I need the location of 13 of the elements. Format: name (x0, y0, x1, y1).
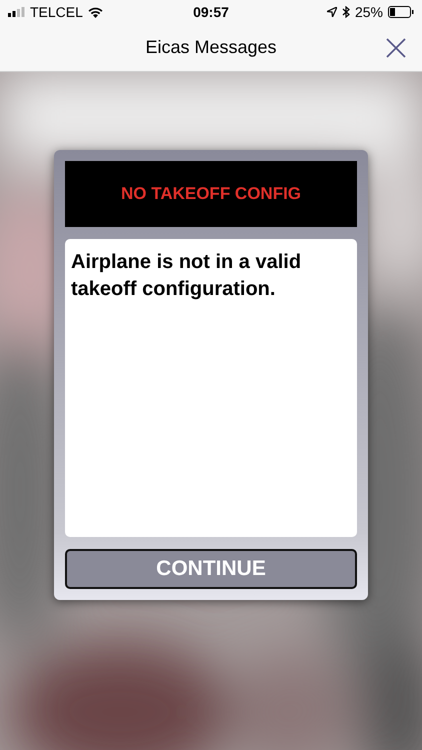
carrier-name: TELCEL (30, 4, 83, 20)
continue-button[interactable]: CONTINUE (65, 549, 357, 589)
battery-percentage: 25% (354, 4, 383, 20)
bluetooth-icon (342, 6, 350, 18)
wifi-icon (88, 6, 103, 18)
clock-time: 09:57 (193, 4, 229, 20)
message-text: Airplane is not in a valid takeoff configuration. (65, 239, 357, 537)
signal-icon (8, 7, 25, 17)
alert-banner: NO TAKEOFF CONFIG (65, 161, 357, 227)
location-arrow-icon (326, 7, 337, 17)
battery-icon (388, 6, 414, 18)
close-button[interactable] (384, 36, 408, 60)
screen-title: Eicas Messages (145, 37, 277, 58)
